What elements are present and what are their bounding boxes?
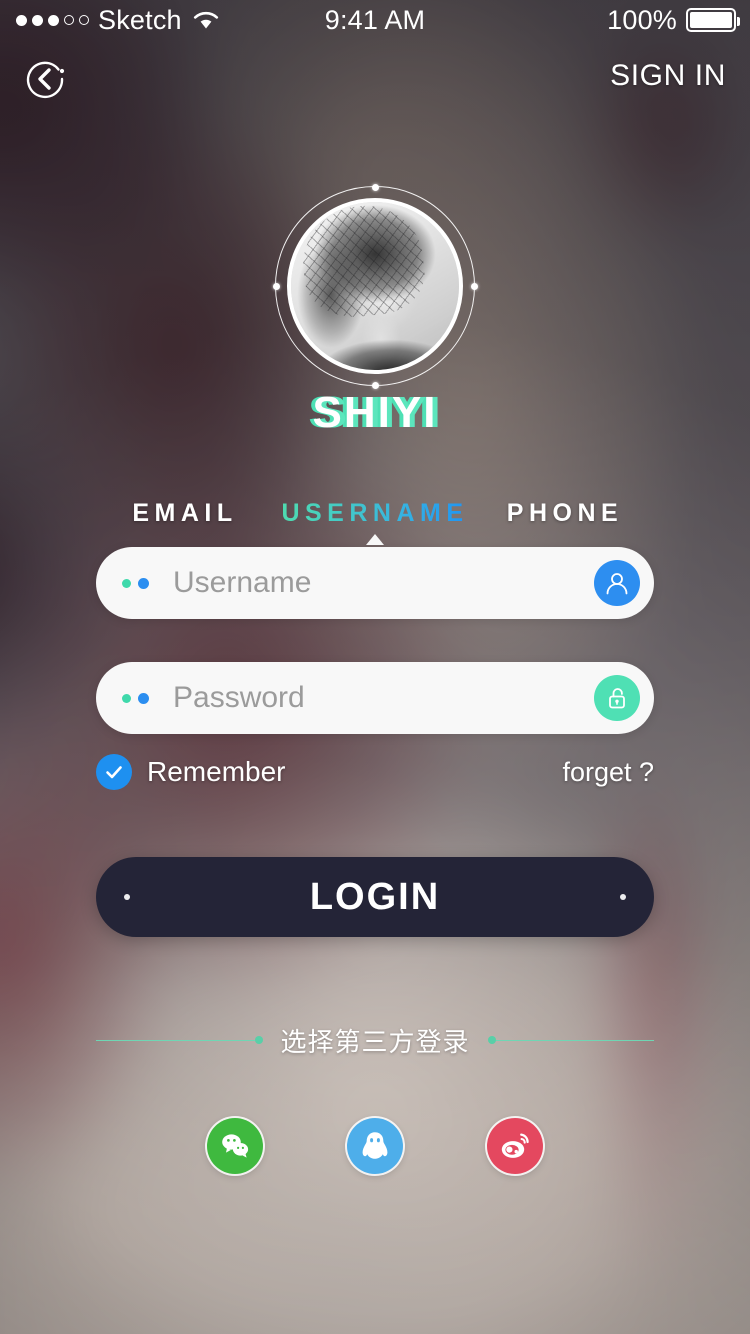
ring-dot-west (272, 282, 280, 290)
password-input[interactable] (171, 680, 594, 716)
remember-checkbox[interactable] (96, 754, 132, 790)
nav-bar: SIGN IN (0, 46, 750, 116)
ring-dot-north (371, 183, 379, 191)
login-dot-left (124, 894, 130, 900)
tab-username[interactable]: USERNAME (280, 499, 470, 528)
page-title: SHIYI SHIYI SHIYI (0, 388, 750, 438)
status-bar-clock: 9:41 AM (324, 4, 426, 35)
tab-active-pointer (366, 534, 384, 545)
remember-label[interactable]: Remember (147, 756, 285, 788)
check-icon (106, 766, 122, 779)
login-button-label: LOGIN (309, 875, 441, 918)
social-login-row (0, 1118, 750, 1174)
field-dots-username (122, 577, 149, 589)
tab-email[interactable]: EMAIL (90, 499, 280, 528)
divider-dot-right (487, 1036, 496, 1044)
divider-line-right (495, 1039, 655, 1041)
sign-in-button[interactable]: SIGN IN (610, 59, 726, 93)
qq-penguin-icon[interactable] (347, 1118, 403, 1174)
back-button[interactable] (22, 55, 70, 103)
username-field-row (96, 547, 654, 619)
login-dot-right (620, 894, 626, 900)
person-icon[interactable] (594, 560, 640, 606)
tab-phone[interactable]: PHONE (470, 499, 660, 528)
username-input[interactable] (171, 565, 594, 601)
third-party-label: 选择第三方登录 (280, 1026, 470, 1057)
remember-row: Remember forget ? (96, 752, 654, 792)
weibo-icon[interactable] (487, 1118, 543, 1174)
login-method-tabs: EMAIL USERNAME PHONE (0, 490, 750, 536)
third-party-divider: 选择第三方登录 (96, 1020, 655, 1060)
wechat-icon[interactable] (207, 1118, 263, 1174)
ring-dot-east (470, 282, 478, 290)
profile-name-label: SHIYI (312, 388, 438, 437)
avatar-photo (287, 198, 463, 374)
password-field-row (96, 662, 654, 734)
unlock-padlock-icon[interactable] (594, 675, 640, 721)
battery-icon (686, 8, 740, 32)
avatar[interactable] (272, 183, 478, 389)
back-circle-chevron-icon (26, 61, 65, 99)
divider-dot-left (254, 1036, 263, 1044)
divider-line-left (96, 1039, 255, 1041)
field-dots-password (122, 692, 149, 704)
forget-password-link[interactable]: forget ? (562, 757, 654, 788)
login-button[interactable]: LOGIN (96, 857, 654, 937)
login-screen: Sketch 9:41 AM 100% SIGN IN SHIYI SHIYI … (0, 0, 750, 1334)
status-bar: Sketch 9:41 AM 100% (0, 0, 750, 40)
